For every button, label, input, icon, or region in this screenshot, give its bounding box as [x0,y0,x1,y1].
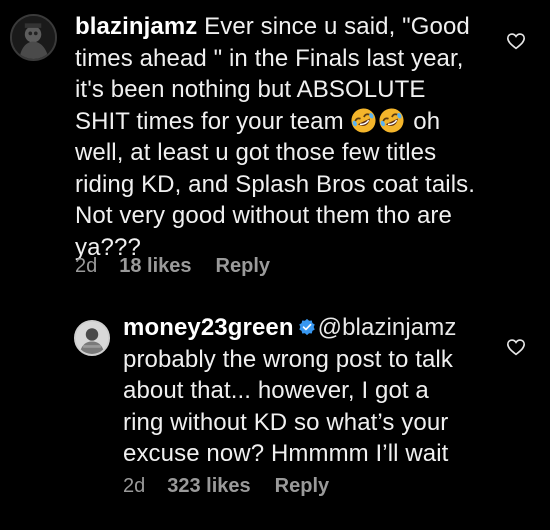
avatar[interactable] [74,320,110,356]
comment-line: times ahead " in the Finals last year, [75,44,464,72]
likes-count[interactable]: 18 likes [119,255,191,278]
heart-outline-icon[interactable] [506,338,526,356]
comment-line: well, at least u got those few titles [75,139,437,166]
comment-meta: 2d 18 likes Reply [75,255,270,278]
comment-line: probably the wrong post to talk [123,345,453,373]
comment-line: ring without KD so what’s your [123,408,449,436]
comment-line: Not very good without them tho are [75,202,452,229]
comment-line: money23green @blazinjamz [123,312,513,344]
verified-badge-icon [298,318,315,336]
comment-meta: 2d 323 likes Reply [123,475,329,498]
rofl-emoji-icon [379,107,405,133]
comment-line: riding KD, and Splash Bros coat tails. [75,170,475,198]
comment-age: 2d [123,475,146,497]
comment-line: excuse now? Hmmmm I’ll wait [123,440,449,467]
heart-outline-icon[interactable] [506,32,526,50]
comment-line: about that... however, I got a [123,377,429,404]
rofl-emoji-icon [351,107,377,133]
mention-link[interactable]: @blazinjamz [318,314,457,341]
comment-text: SHIT times for your team [75,107,344,135]
likes-count[interactable]: 323 likes [167,475,250,498]
comment-body: money23green @blazinjamz probably the wr… [123,312,513,470]
username[interactable]: money23green [123,314,294,341]
comment-age: 2d [75,255,98,277]
comment-line: it's been nothing but ABSOLUTE [75,76,426,103]
reply-button[interactable]: Reply [216,255,270,278]
comment-text: Ever since u said, "Good [204,13,470,40]
reply-button[interactable]: Reply [275,475,329,498]
comment-line: blazinjamz Ever since u said, "Good [75,11,495,43]
comment-money23green: money23green @blazinjamz probably the wr… [0,300,550,530]
avatar-image [12,16,55,59]
comment-blazinjamz: blazinjamz Ever since u said, "Good time… [0,0,550,290]
avatar[interactable] [10,14,57,61]
username[interactable]: blazinjamz [75,13,197,40]
comment-text: oh [413,107,441,135]
comment-body: blazinjamz Ever since u said, "Good time… [75,11,495,263]
avatar-image [76,322,108,354]
comment-line: SHIT times for your team oh [75,106,495,138]
